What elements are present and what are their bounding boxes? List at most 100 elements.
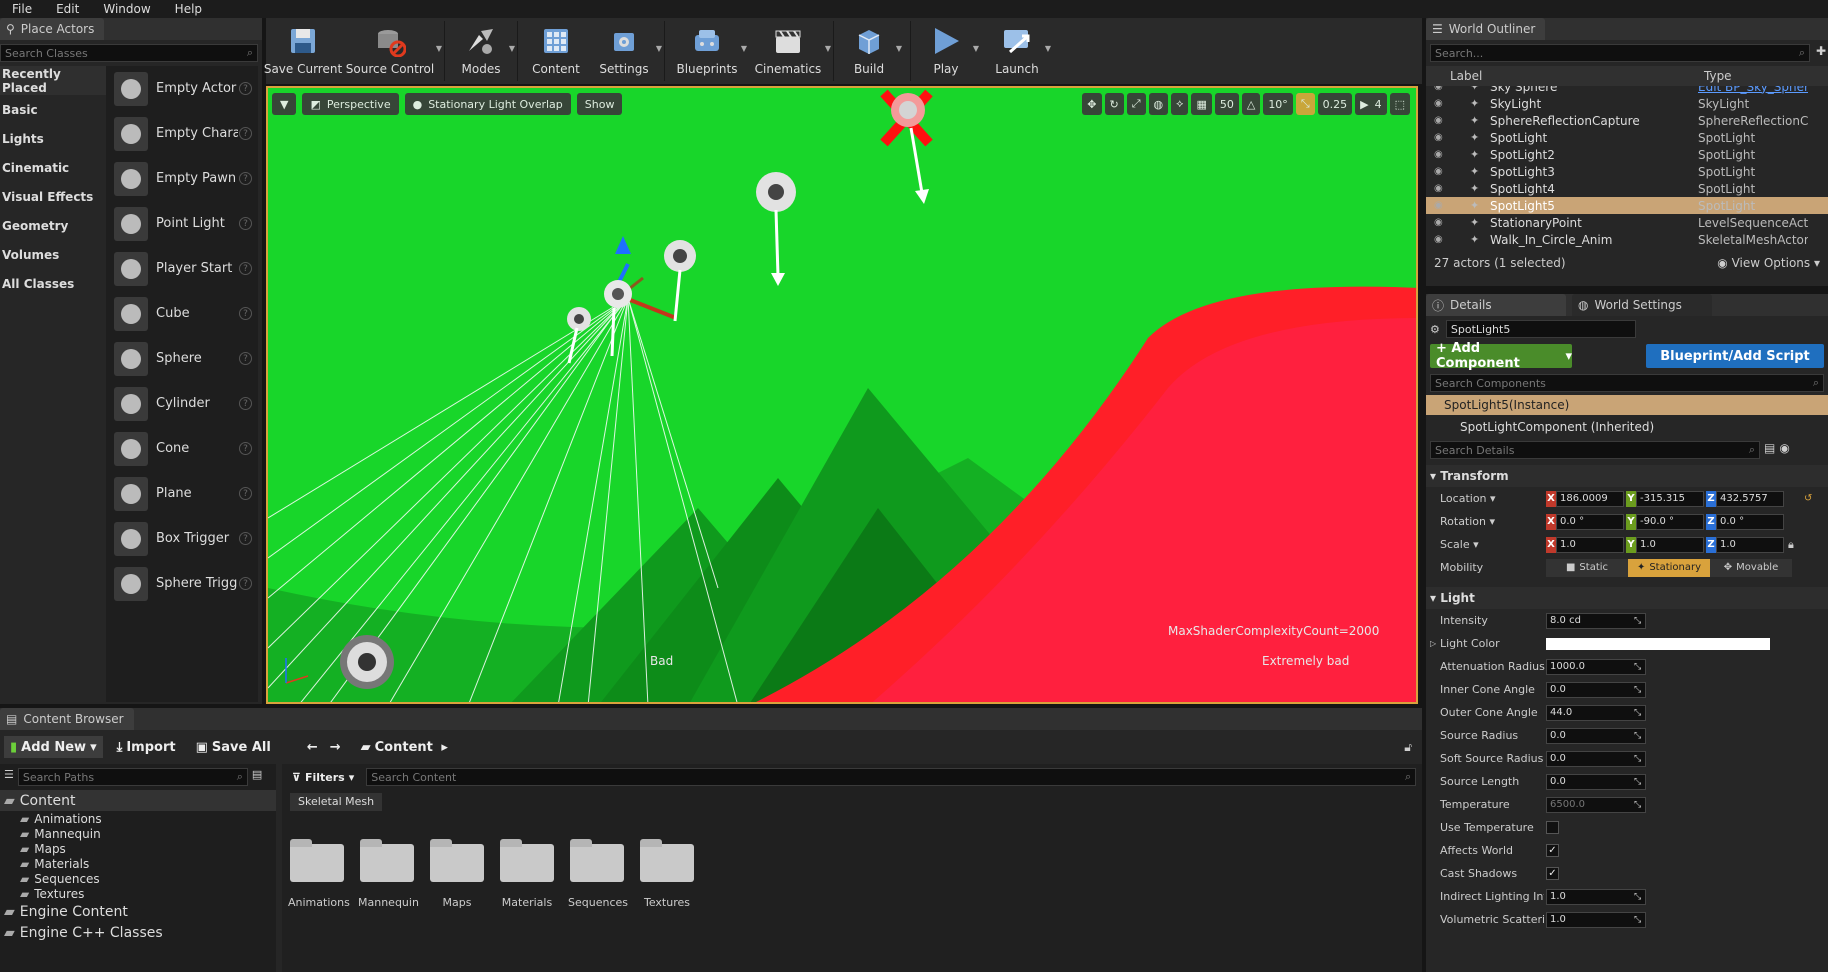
stepper-icon[interactable]: ⤡ bbox=[1634, 685, 1641, 695]
save-current-button[interactable]: Save Current bbox=[264, 18, 342, 84]
cinematics-button[interactable]: Cinematics ▼ bbox=[753, 18, 831, 84]
add-new-button[interactable]: ▮ Add New ▾ bbox=[4, 736, 103, 758]
category-geometry[interactable]: Geometry bbox=[0, 211, 106, 240]
camera-speed-button[interactable]: ▶ 4 bbox=[1355, 93, 1387, 115]
modes-button[interactable]: Modes ▼ bbox=[455, 18, 515, 84]
search-classes-input[interactable]: Search Classes ⌕ bbox=[0, 44, 258, 62]
location-label[interactable]: Location ▾ bbox=[1440, 492, 1496, 505]
details-tab[interactable]: ⓘ Details bbox=[1426, 294, 1566, 316]
stepper-icon[interactable]: ⤡ bbox=[1634, 731, 1641, 741]
scale-snap-button[interactable]: 0.25 bbox=[1317, 93, 1353, 115]
stepper-icon[interactable]: ⤡ bbox=[1634, 915, 1641, 925]
actor-item[interactable]: Empty Charac? bbox=[106, 111, 258, 156]
stepper-icon[interactable]: ⤡ bbox=[1634, 616, 1641, 626]
outliner-row[interactable]: ◉ ✦ Sky Sphere Edit BP_Sky_Spher bbox=[1426, 86, 1828, 95]
outliner-row[interactable]: ◉ ✦ SpotLight SpotLight bbox=[1426, 129, 1828, 146]
source-control-button[interactable]: Source Control ▼ bbox=[346, 18, 442, 84]
help-icon[interactable]: ? bbox=[239, 577, 252, 590]
reset-icon[interactable]: ↺ bbox=[1804, 493, 1812, 504]
help-icon[interactable]: ? bbox=[239, 487, 252, 500]
visibility-eye-icon[interactable]: ◉ bbox=[1434, 217, 1448, 228]
location-x-field[interactable]: 186.0009 bbox=[1556, 490, 1624, 507]
stepper-icon[interactable]: ⤡ bbox=[1634, 708, 1641, 718]
rotation-y-field[interactable]: -90.0 ° bbox=[1636, 513, 1704, 530]
light-prop-field[interactable]: 8.0 cd bbox=[1546, 612, 1646, 629]
light-color-swatch[interactable] bbox=[1546, 637, 1770, 650]
folder-tree-item[interactable]: ▰ Content bbox=[0, 790, 276, 811]
view-options-button[interactable]: ◉ View Options ▾ bbox=[1717, 256, 1820, 270]
outliner-row[interactable]: ◉ ✦ SkyLight SkyLight bbox=[1426, 95, 1828, 112]
category-recently-placed[interactable]: Recently Placed bbox=[0, 66, 106, 95]
light-prop-field[interactable]: 44.0 bbox=[1546, 704, 1646, 721]
actor-item[interactable]: Plane? bbox=[106, 471, 258, 516]
rotation-snap-icon[interactable]: △ bbox=[1241, 93, 1261, 115]
save-all-button[interactable]: ▣ Save All bbox=[190, 736, 277, 758]
mobility-movable-option[interactable]: ✥ Movable bbox=[1710, 558, 1792, 577]
add-icon[interactable]: ✚ bbox=[1816, 44, 1826, 58]
actor-item[interactable]: Player Start? bbox=[106, 246, 258, 291]
checkbox[interactable]: ✓ bbox=[1546, 867, 1559, 880]
content-folder[interactable]: Materials bbox=[498, 839, 556, 909]
grid-size-button[interactable]: 50 bbox=[1214, 93, 1239, 115]
content-folder[interactable]: Maps bbox=[428, 839, 486, 909]
search-content-input[interactable]: Search Content ⌕ bbox=[366, 768, 1417, 786]
help-icon[interactable]: ? bbox=[239, 352, 252, 365]
light-prop-field[interactable]: 0.0 bbox=[1546, 727, 1646, 744]
help-icon[interactable]: ? bbox=[239, 307, 252, 320]
actor-item[interactable]: Box Trigger? bbox=[106, 516, 258, 561]
light-prop-field[interactable]: 6500.0 bbox=[1546, 796, 1646, 813]
type-column-header[interactable]: Type bbox=[1704, 69, 1732, 83]
category-cinematic[interactable]: Cinematic bbox=[0, 153, 106, 182]
actor-item[interactable]: Sphere? bbox=[106, 336, 258, 381]
checkbox[interactable] bbox=[1546, 821, 1559, 834]
back-arrow-icon[interactable]: ← bbox=[301, 736, 324, 758]
outliner-row[interactable]: ◉ ✦ SpotLight3 SpotLight bbox=[1426, 163, 1828, 180]
light-prop-field[interactable]: 1.0 bbox=[1546, 888, 1646, 905]
stepper-icon[interactable]: ⤡ bbox=[1634, 662, 1641, 672]
actor-item[interactable]: Point Light? bbox=[106, 201, 258, 246]
category-visual-effects[interactable]: Visual Effects bbox=[0, 182, 106, 211]
stepper-icon[interactable]: ⤡ bbox=[1634, 754, 1641, 764]
scale-x-field[interactable]: 1.0 bbox=[1556, 536, 1624, 553]
light-prop-field[interactable]: 0.0 bbox=[1546, 750, 1646, 767]
world-settings-tab[interactable]: ◍ World Settings bbox=[1572, 294, 1712, 316]
outliner-row[interactable]: ◉ ✦ SpotLight2 SpotLight bbox=[1426, 146, 1828, 163]
content-folder[interactable]: Animations bbox=[288, 839, 350, 909]
help-icon[interactable]: ? bbox=[239, 127, 252, 140]
search-details-input[interactable]: Search Details ⌕ bbox=[1430, 441, 1760, 459]
lock-icon[interactable]: 🔓︎ bbox=[1404, 740, 1412, 755]
category-all-classes[interactable]: All Classes bbox=[0, 269, 106, 298]
light-prop-field[interactable]: 1000.0 bbox=[1546, 658, 1646, 675]
folder-tree-item[interactable]: ▰ Maps bbox=[0, 841, 276, 856]
actor-name-field[interactable]: SpotLight5 bbox=[1445, 320, 1636, 338]
help-icon[interactable]: ? bbox=[239, 262, 252, 275]
category-lights[interactable]: Lights bbox=[0, 124, 106, 153]
folder-tree-item[interactable]: ▰ Mannequin bbox=[0, 826, 276, 841]
maximize-viewport-icon[interactable]: ⬚ bbox=[1389, 93, 1410, 115]
actor-item[interactable]: Empty Pawn? bbox=[106, 156, 258, 201]
expand-arrow-icon[interactable]: ▷ bbox=[1430, 639, 1436, 648]
settings-button[interactable]: Settings ▼ bbox=[594, 18, 662, 84]
rotation-snap-button[interactable]: 10° bbox=[1263, 93, 1293, 115]
menu-help[interactable]: Help bbox=[163, 2, 214, 16]
help-icon[interactable]: ? bbox=[239, 397, 252, 410]
transform-section-header[interactable]: ▾ Transform bbox=[1426, 465, 1828, 487]
world-outliner-tab[interactable]: ☰ World Outliner bbox=[1426, 18, 1546, 40]
mobility-stationary-option[interactable]: ✦ Stationary bbox=[1628, 558, 1710, 577]
content-button[interactable]: Content bbox=[528, 18, 584, 84]
world-local-icon[interactable]: ◍ bbox=[1148, 93, 1169, 115]
component-instance-row[interactable]: SpotLight5(Instance) bbox=[1426, 395, 1828, 415]
visibility-eye-icon[interactable]: ◉ bbox=[1434, 200, 1448, 211]
content-folder[interactable]: Textures bbox=[638, 839, 696, 909]
visibility-eye-icon[interactable]: ◉ bbox=[1434, 98, 1448, 109]
actor-item[interactable]: Sphere Trigge? bbox=[106, 561, 258, 606]
list-view-icon[interactable]: ▤ bbox=[1764, 441, 1775, 459]
spotlight-component-row[interactable]: SpotLightComponent (Inherited) bbox=[1426, 415, 1828, 439]
scale-label[interactable]: Scale ▾ bbox=[1440, 538, 1479, 551]
search-components-input[interactable]: Search Components ⌕ bbox=[1430, 374, 1824, 392]
visibility-eye-icon[interactable]: ◉ bbox=[1434, 166, 1448, 177]
light-prop-field[interactable]: 0.0 bbox=[1546, 773, 1646, 790]
category-volumes[interactable]: Volumes bbox=[0, 240, 106, 269]
outliner-row[interactable]: ◉ ✦ Walk_In_Circle_Anim SkeletalMeshActor bbox=[1426, 231, 1828, 248]
menu-file[interactable]: File bbox=[0, 2, 44, 16]
